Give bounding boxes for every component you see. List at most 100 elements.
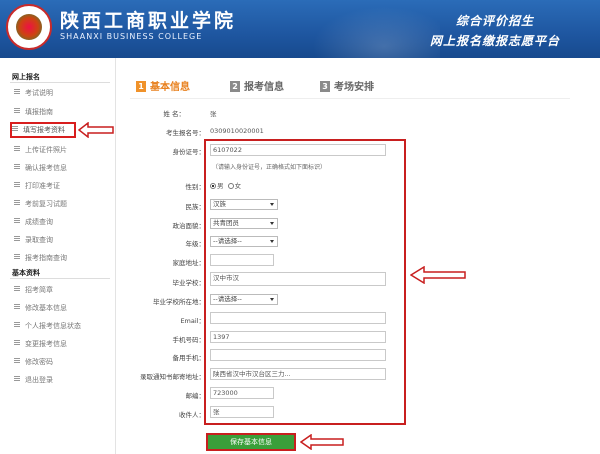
school-label: 毕业学校： <box>172 279 206 287</box>
step-basic-info[interactable]: 1 基本信息 <box>136 78 190 93</box>
gender-female-label: 女 <box>234 182 242 190</box>
list-icon <box>14 200 20 205</box>
step-number: 3 <box>320 81 330 92</box>
sidebar-item-label: 填报指南 <box>25 108 53 116</box>
list-icon <box>14 218 20 223</box>
nation-label: 民族： <box>185 203 206 211</box>
site-header: 陕西工商职业学院 SHAANXI BUSINESS COLLEGE 综合评价招生… <box>0 0 600 58</box>
sidebar-item-guide-query[interactable]: 报考指南查询 <box>14 252 104 264</box>
politics-label: 政治面貌： <box>172 222 206 230</box>
sidebar-item-label: 报考指南查询 <box>25 254 67 262</box>
sidebar-item-exam-notes[interactable]: 考试说明 <box>14 87 104 99</box>
sidebar-item-score-query[interactable]: 成绩查询 <box>14 216 104 228</box>
list-icon <box>14 376 20 381</box>
slogan-line2: 网上报名缴报志愿平台 <box>430 34 561 48</box>
sidebar-item-brochure[interactable]: 招考简章 <box>14 284 104 296</box>
sidebar-item-label: 确认报考信息 <box>25 164 67 172</box>
sidebar-item-print-ticket[interactable]: 打印准考证 <box>14 180 104 192</box>
list-icon <box>14 286 20 291</box>
list-icon <box>14 322 20 327</box>
sidebar-item-confirm-info[interactable]: 确认报考信息 <box>14 162 104 174</box>
list-icon <box>14 89 20 94</box>
sidebar-item-label: 填写报考资料 <box>23 126 65 134</box>
list-icon <box>14 164 20 169</box>
list-icon <box>14 304 20 309</box>
address-label: 家庭地址： <box>172 259 206 267</box>
school-location-select[interactable]: --请选择-- <box>210 294 278 305</box>
sidebar-item-label: 成绩查询 <box>25 218 53 226</box>
step-application-info[interactable]: 2 报考信息 <box>230 78 284 93</box>
list-icon <box>12 126 18 131</box>
sidebar-item-logout[interactable]: 退出登录 <box>14 374 104 386</box>
left-arrow-icon <box>78 122 114 138</box>
header-decoration <box>300 0 440 58</box>
slogan-line1: 综合评价招生 <box>456 14 535 28</box>
sidebar-section-online-registration: 网上报名 <box>12 73 40 81</box>
sidebar-item-label: 变更报考信息 <box>25 340 67 348</box>
exam-no-value: 0309010020001 <box>210 127 264 135</box>
gender-label: 性别： <box>185 183 206 191</box>
politics-select[interactable]: 共青团员 <box>210 218 278 229</box>
sidebar-divider <box>10 278 110 279</box>
sidebar-item-edit-info[interactable]: 修改基本信息 <box>14 302 104 314</box>
grade-select[interactable]: --请选择-- <box>210 236 278 247</box>
receiver-input[interactable]: 张 <box>210 406 274 418</box>
sidebar-item-upload-photo[interactable]: 上传证件照片 <box>14 144 104 156</box>
backup-mobile-input[interactable] <box>210 349 386 361</box>
receiver-label: 收件人： <box>179 411 205 419</box>
gender-radio-group: 男 女 <box>210 180 241 190</box>
sidebar-item-label: 打印准考证 <box>25 182 60 190</box>
exam-no-label: 考生报名号： <box>166 129 205 137</box>
left-arrow-icon <box>300 434 344 450</box>
address-input[interactable] <box>210 254 274 266</box>
save-basic-info-button[interactable]: 保存基本信息 <box>206 433 296 451</box>
sidebar-item-fill-application[interactable]: 填写报考资料 <box>10 122 76 138</box>
sidebar-item-label: 修改基本信息 <box>25 304 67 312</box>
sidebar-item-label: 录取查询 <box>25 236 53 244</box>
gender-male-radio[interactable] <box>210 183 216 189</box>
grade-label: 年级： <box>185 240 206 248</box>
gender-male-label: 男 <box>217 182 224 190</box>
sidebar-item-label: 上传证件照片 <box>25 146 67 154</box>
sidebar-item-admission-query[interactable]: 录取查询 <box>14 234 104 246</box>
name-label: 姓 名： <box>163 110 185 118</box>
sidebar-item-status[interactable]: 个人报考信息状态 <box>14 320 104 332</box>
sidebar-item-change-info[interactable]: 变更报考信息 <box>14 338 104 350</box>
sidebar-item-label: 个人报考信息状态 <box>25 322 81 330</box>
logo-emblem <box>16 14 42 40</box>
zip-label: 邮编： <box>185 392 206 400</box>
step-label: 基本信息 <box>150 82 190 93</box>
steps-divider <box>130 98 570 99</box>
name-value: 张 <box>210 110 217 118</box>
gender-female-radio[interactable] <box>227 183 234 189</box>
nation-select[interactable]: 汉族 <box>210 199 278 210</box>
left-arrow-icon <box>410 266 466 284</box>
sidebar-item-label: 修改密码 <box>25 358 53 366</box>
list-icon <box>14 146 20 151</box>
zip-input[interactable]: 723000 <box>210 387 274 399</box>
school-location-label: 毕业学校所在地： <box>153 298 205 306</box>
mailing-address-input[interactable]: 陕西省汉中市汉台区三力... <box>210 368 386 380</box>
sidebar-item-label: 考试说明 <box>25 89 53 97</box>
sidebar-section-basic-info: 基本资料 <box>12 269 40 277</box>
school-name-en: SHAANXI BUSINESS COLLEGE <box>60 32 203 41</box>
id-number-input[interactable]: 6107022 <box>210 144 386 156</box>
sidebar-item-guide[interactable]: 填报指南 <box>14 106 104 118</box>
sidebar-item-review-questions[interactable]: 考前复习试题 <box>14 198 104 210</box>
college-logo <box>6 4 52 50</box>
sidebar-item-change-password[interactable]: 修改密码 <box>14 356 104 368</box>
mailing-address-label: 录取通知书邮寄地址： <box>140 373 205 381</box>
step-exam-arrangement[interactable]: 3 考场安排 <box>320 78 374 93</box>
list-icon <box>14 358 20 363</box>
email-input[interactable] <box>210 312 386 324</box>
mobile-label: 手机号码： <box>172 336 206 344</box>
mobile-input[interactable]: 1397 <box>210 331 386 343</box>
school-input[interactable]: 汉中市汉 <box>210 272 386 286</box>
list-icon <box>14 182 20 187</box>
step-number: 1 <box>136 81 146 92</box>
step-label: 报考信息 <box>244 82 284 93</box>
sidebar-divider <box>10 82 110 83</box>
step-label: 考场安排 <box>334 82 374 93</box>
step-number: 2 <box>230 81 240 92</box>
school-name-cn: 陕西工商职业学院 <box>60 10 237 32</box>
